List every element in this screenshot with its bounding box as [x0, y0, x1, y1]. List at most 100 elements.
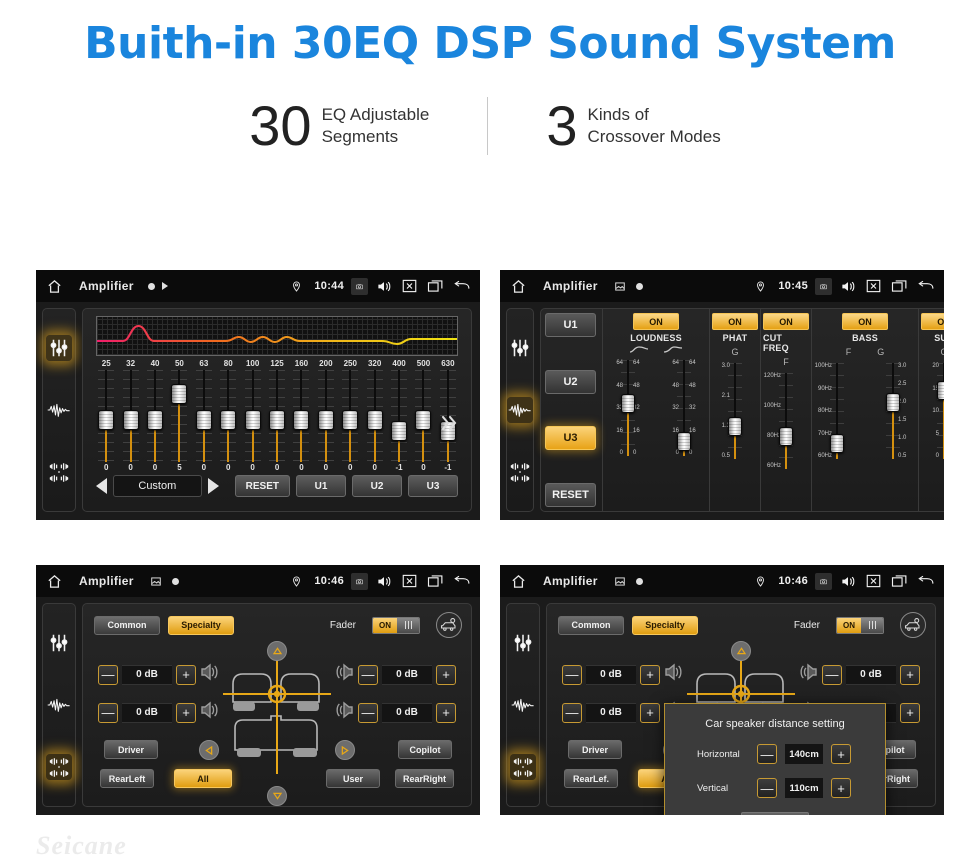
- speaker-increase-button[interactable]: +: [900, 664, 920, 685]
- xo-slider[interactable]: 644832160644832160: [661, 356, 707, 460]
- dialog-increase-button[interactable]: +: [831, 744, 851, 764]
- eq-slider[interactable]: [143, 370, 167, 462]
- eq-slider[interactable]: [192, 370, 216, 462]
- eq-slider-knob[interactable]: [195, 410, 212, 430]
- eq-slider-knob[interactable]: [415, 410, 432, 430]
- eq-preset-u2-button[interactable]: U2: [352, 475, 402, 497]
- xo-slider-knob[interactable]: [830, 434, 844, 453]
- arrow-left-icon[interactable]: [199, 740, 219, 760]
- rail-equalizer-icon[interactable]: [46, 630, 72, 656]
- xo-slider[interactable]: 3.0 2.1 1.3 0.5: [712, 359, 758, 463]
- xo-slider[interactable]: 644832160644832160: [605, 356, 651, 460]
- tab-common[interactable]: Common: [94, 615, 160, 635]
- close-box-icon[interactable]: [865, 278, 882, 295]
- speaker-increase-button[interactable]: +: [436, 664, 456, 685]
- xo-slider-knob[interactable]: [779, 427, 793, 446]
- eq-slider-knob[interactable]: [317, 410, 334, 430]
- rail-waveform-icon[interactable]: [46, 692, 72, 718]
- arrow-right-icon[interactable]: [335, 740, 355, 760]
- home-icon[interactable]: [510, 573, 527, 590]
- camera-icon[interactable]: [351, 277, 368, 295]
- speaker-increase-button[interactable]: +: [176, 664, 196, 685]
- eq-slider[interactable]: [411, 370, 435, 462]
- rail-waveform-icon[interactable]: [507, 397, 533, 423]
- close-box-icon[interactable]: [401, 278, 418, 295]
- xo-slider[interactable]: 100Hz 90Hz 80Hz 70Hz 60Hz: [814, 359, 860, 463]
- speaker-increase-button[interactable]: +: [176, 702, 196, 723]
- seat-button-rearleft[interactable]: RearLeft: [100, 769, 154, 788]
- recents-icon[interactable]: [427, 278, 444, 295]
- volume-icon[interactable]: [839, 278, 856, 295]
- eq-slider[interactable]: [216, 370, 240, 462]
- xo-slider-knob[interactable]: [886, 393, 900, 412]
- rail-balance-icon[interactable]: [46, 459, 72, 485]
- rail-waveform-icon[interactable]: [46, 397, 72, 423]
- eq-slider[interactable]: [314, 370, 338, 462]
- dialog-increase-button[interactable]: +: [831, 778, 851, 798]
- fader-toggle[interactable]: ON: [372, 616, 420, 634]
- xo-on-toggle[interactable]: ON: [712, 313, 758, 330]
- camera-icon[interactable]: [815, 277, 832, 295]
- eq-slider[interactable]: [289, 370, 313, 462]
- eq-slider-knob[interactable]: [147, 410, 164, 430]
- tab-specialty[interactable]: Specialty: [168, 615, 234, 635]
- rail-balance-icon[interactable]: [510, 754, 536, 780]
- recents-icon[interactable]: [427, 573, 444, 590]
- car-settings-icon[interactable]: [436, 612, 462, 638]
- speaker-increase-button[interactable]: +: [436, 702, 456, 723]
- eq-slider-knob[interactable]: [366, 410, 383, 430]
- xo-slider[interactable]: 3.0 2.5 2.0 1.5 1.0 0.5: [870, 359, 916, 463]
- xo-preset-u2-button[interactable]: U2: [545, 369, 596, 394]
- xo-slider-knob[interactable]: [728, 417, 742, 436]
- speaker-decrease-button[interactable]: —: [358, 702, 378, 723]
- seat-button-driver[interactable]: Driver: [104, 740, 158, 759]
- xo-preset-u1-button[interactable]: U1: [545, 313, 596, 337]
- close-box-icon[interactable]: [401, 573, 418, 590]
- seat-button-driver[interactable]: Driver: [568, 740, 622, 759]
- xo-slider-knob[interactable]: [677, 432, 691, 451]
- home-icon[interactable]: [46, 278, 63, 295]
- home-icon[interactable]: [46, 573, 63, 590]
- eq-slider-knob[interactable]: [220, 410, 237, 430]
- arrow-down-icon[interactable]: [267, 786, 287, 806]
- recents-icon[interactable]: [891, 573, 908, 590]
- triangle-right-icon[interactable]: [207, 478, 219, 494]
- eq-slider[interactable]: [118, 370, 142, 462]
- xo-on-toggle[interactable]: ON: [842, 313, 888, 330]
- xo-on-toggle[interactable]: ON: [633, 313, 679, 330]
- eq-slider-knob[interactable]: [244, 410, 261, 430]
- camera-icon[interactable]: [351, 572, 368, 590]
- speaker-decrease-button[interactable]: —: [562, 664, 582, 685]
- eq-preset-u1-button[interactable]: U1: [296, 475, 346, 497]
- eq-slider[interactable]: [94, 370, 118, 462]
- xo-slider-knob[interactable]: [937, 381, 944, 400]
- back-arrow-icon[interactable]: [453, 278, 470, 295]
- seat-button-copilot[interactable]: Copilot: [398, 740, 452, 759]
- eq-slider[interactable]: [387, 370, 411, 462]
- triangle-left-icon[interactable]: [96, 478, 107, 494]
- eq-preset-name[interactable]: Custom: [113, 475, 202, 497]
- back-arrow-icon[interactable]: [917, 278, 934, 295]
- back-arrow-icon[interactable]: [453, 573, 470, 590]
- speaker-increase-button[interactable]: +: [900, 702, 920, 723]
- xo-preset-u3-button[interactable]: U3: [545, 426, 596, 451]
- eq-slider-knob[interactable]: [293, 410, 310, 430]
- tab-specialty[interactable]: Specialty: [632, 615, 698, 635]
- xo-preset-reset-button[interactable]: RESET: [545, 482, 596, 507]
- xo-slider-knob[interactable]: [621, 394, 635, 413]
- rail-balance-icon[interactable]: [507, 459, 533, 485]
- eq-reset-button[interactable]: RESET: [234, 475, 290, 497]
- speaker-increase-button[interactable]: +: [640, 702, 660, 723]
- speaker-increase-button[interactable]: +: [640, 664, 660, 685]
- chevron-double-right-icon[interactable]: [440, 412, 458, 440]
- seat-button-rearright[interactable]: RearRight: [394, 769, 454, 788]
- speaker-decrease-button[interactable]: —: [358, 664, 378, 685]
- eq-preset-u3-button[interactable]: U3: [408, 475, 458, 497]
- xo-slider[interactable]: 20151050: [921, 359, 944, 463]
- eq-slider[interactable]: [240, 370, 264, 462]
- close-box-icon[interactable]: [865, 573, 882, 590]
- rail-equalizer-icon[interactable]: [46, 335, 72, 361]
- volume-icon[interactable]: [375, 278, 392, 295]
- eq-slider-knob[interactable]: [98, 410, 115, 430]
- tab-common[interactable]: Common: [558, 615, 624, 635]
